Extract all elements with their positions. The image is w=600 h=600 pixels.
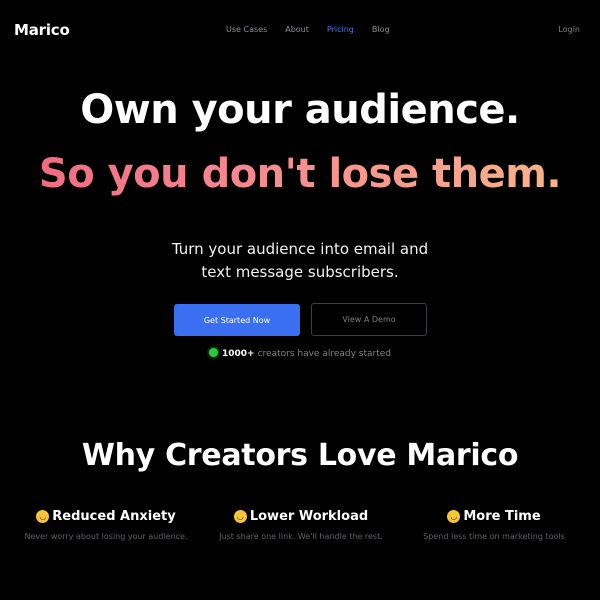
nav-links: Use Cases About Pricing Blog xyxy=(226,25,408,34)
feature-lower-workload: ◡ Lower Workload Just share one link. We… xyxy=(201,507,401,542)
landing-page: Marico Use Cases About Pricing Blog Logi… xyxy=(0,0,600,600)
hero-subtitle: Turn your audience into email and text m… xyxy=(0,238,600,284)
nav-link-use-cases[interactable]: Use Cases xyxy=(226,25,267,34)
feature-reduced-anxiety: ◡ Reduced Anxiety Never worry about losi… xyxy=(6,507,206,542)
login-link[interactable]: Login xyxy=(558,25,580,34)
hero-subtitle-line-2: text message subscribers. xyxy=(201,263,399,281)
nav-link-pricing[interactable]: Pricing xyxy=(327,25,354,34)
social-proof-text: creators have already started xyxy=(257,349,391,359)
feature-desc: Never worry about losing your audience. xyxy=(24,532,188,541)
hero-subtitle-line-1: Turn your audience into email and xyxy=(171,240,429,258)
brand-logo[interactable]: Marico xyxy=(14,21,70,39)
feature-title-row: ◡ Reduced Anxiety xyxy=(6,507,206,525)
top-navbar: Marico Use Cases About Pricing Blog Logi… xyxy=(0,0,600,62)
grinning-face-icon: ◡ xyxy=(233,509,247,523)
winking-face-icon: ◡ xyxy=(36,509,50,523)
get-started-button[interactable]: Get Started Now xyxy=(174,304,300,336)
hero-headline-gradient-text: So you don't lose them. xyxy=(38,151,562,197)
creator-count: 1000+ xyxy=(221,349,255,359)
feature-title-row: ◡ Lower Workload xyxy=(201,507,401,525)
feature-desc: Spend less time on marketing tools xyxy=(423,532,565,541)
feature-title: Reduced Anxiety xyxy=(52,508,176,524)
view-demo-button[interactable]: View A Demo xyxy=(311,303,427,336)
grinning-face-icon: ◡ xyxy=(447,509,461,523)
feature-title: Lower Workload xyxy=(249,508,369,524)
feature-desc: Just share one link. We'll handle the re… xyxy=(219,532,383,541)
online-indicator-icon xyxy=(208,347,218,357)
feature-title-row: ◡ More Time xyxy=(394,507,594,525)
social-proof: 1000+ creators have already started xyxy=(0,347,600,359)
feature-title: More Time xyxy=(463,508,541,524)
nav-link-about[interactable]: About xyxy=(285,25,309,34)
feature-more-time: ◡ More Time Spend less time on marketing… xyxy=(394,507,594,542)
section-title: Why Creators Love Marico xyxy=(81,438,519,473)
hero-headline-gradient: So you don't lose them. xyxy=(0,150,600,198)
hero-headline: Own your audience. xyxy=(80,87,520,133)
nav-link-blog[interactable]: Blog xyxy=(372,25,390,34)
